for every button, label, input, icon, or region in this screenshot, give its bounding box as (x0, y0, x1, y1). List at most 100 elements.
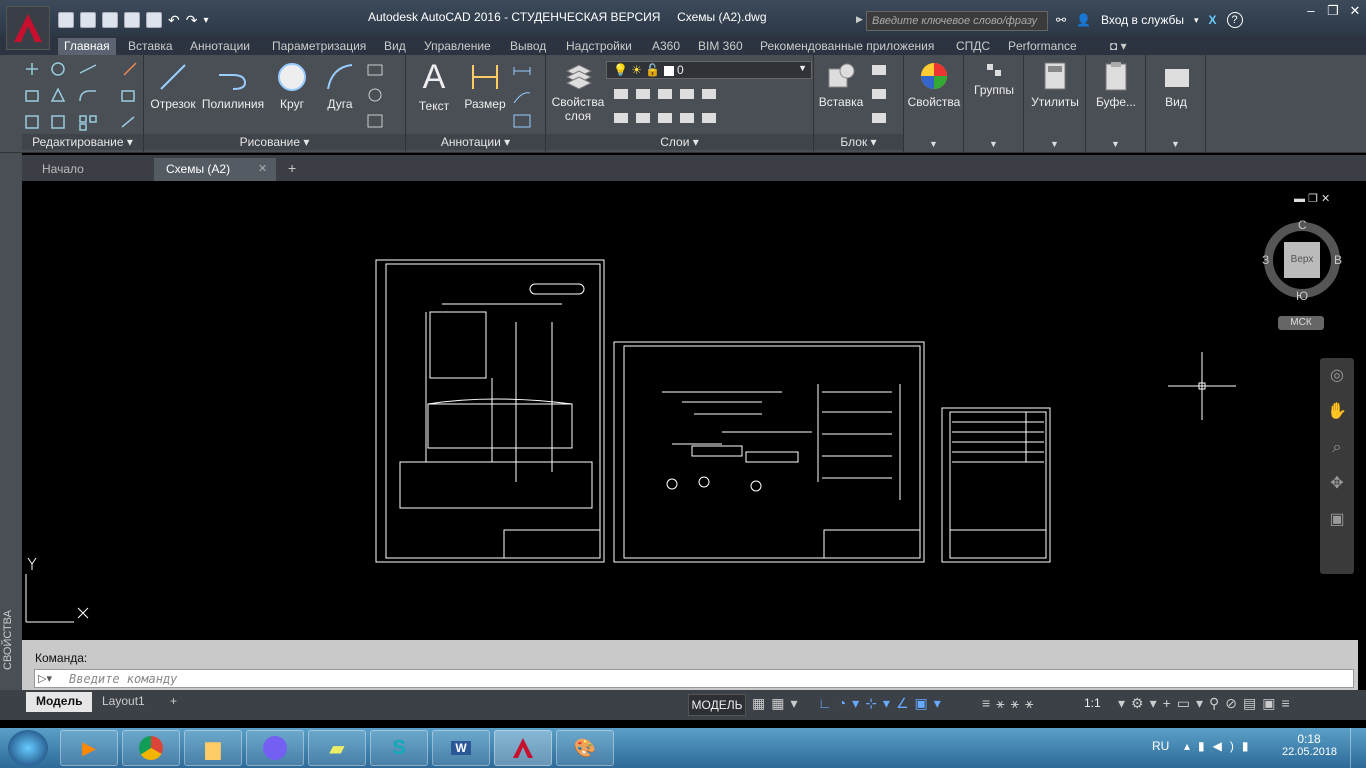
app-menu-button[interactable] (6, 6, 50, 50)
tab-model[interactable]: Модель (26, 692, 93, 712)
layer-dropdown[interactable]: 💡 ☀ 🔓 0 ▼ (606, 61, 812, 79)
layer-tool-icons[interactable] (612, 85, 732, 129)
insert-button[interactable]: Вставка (816, 61, 866, 109)
tab-home[interactable]: Главная (58, 38, 116, 55)
tab-output[interactable]: Вывод (504, 38, 552, 55)
redo-icon[interactable]: ↷ (186, 12, 198, 29)
add-layout-icon[interactable]: + (160, 692, 187, 712)
drafting-tools-icons[interactable]: ∟◔▾⊹▾∠▣▾ (818, 695, 947, 712)
print-icon[interactable] (146, 12, 162, 28)
tab-view[interactable]: Вид (378, 38, 412, 55)
draw-extra-icons[interactable] (366, 63, 396, 133)
compass-east[interactable]: В (1334, 253, 1342, 267)
taskbar-media-player[interactable]: ▶ (60, 730, 118, 766)
tab-parametric[interactable]: Параметризация (266, 38, 372, 55)
ribbon-toggle-icon[interactable]: ◘ ▾ (1104, 38, 1133, 55)
binoculars-icon[interactable]: ⚯ (1056, 13, 1066, 27)
language-indicator[interactable]: RU (1152, 739, 1169, 753)
annotation-tools-icons[interactable]: ≡⚹⚹⚹ (982, 695, 1039, 712)
panel-utilities[interactable]: Утилиты ▼ (1024, 55, 1086, 153)
drawing-canvas[interactable]: Верх С Ю З В МСК ▬ ❐ ✕ ◎ ✋ ⌕ ✥ ▣ (22, 182, 1366, 636)
block-extra-icons[interactable] (870, 63, 894, 133)
dimension-button[interactable]: Размер (460, 61, 510, 111)
panel-annotation-label[interactable]: Аннотации ▾ (406, 134, 545, 150)
tab-featured-apps[interactable]: Рекомендованные приложения (754, 38, 940, 55)
panel-modify-label[interactable]: Редактирование ▾ (22, 134, 143, 150)
tab-insert[interactable]: Вставка (122, 38, 179, 55)
new-tab-icon[interactable]: + (288, 160, 296, 176)
arc-button[interactable]: Дуга (320, 61, 360, 111)
tab-annotate[interactable]: Аннотации (184, 38, 256, 55)
line-button[interactable]: Отрезок (150, 61, 196, 111)
undo-icon[interactable]: ↶ (168, 12, 180, 29)
tray-icons[interactable]: ▴▮◀)▮ (1184, 739, 1256, 753)
taskbar-word[interactable]: W (432, 730, 490, 766)
taskbar-viber[interactable] (246, 730, 304, 766)
tab-bim360[interactable]: BIM 360 (692, 38, 749, 55)
open-icon[interactable] (80, 12, 96, 28)
search-input[interactable]: Введите ключевое слово/фразу (866, 11, 1048, 31)
text-button[interactable]: A Текст (414, 59, 454, 113)
panel-clipboard[interactable]: Буфе... ▼ (1086, 55, 1146, 153)
exchange-icon[interactable]: X (1209, 13, 1217, 27)
panel-draw: Отрезок Полилиния Круг Дуга Рисование ▾ (144, 55, 406, 153)
compass-north[interactable]: С (1298, 218, 1307, 232)
annotation-extra-icons[interactable] (512, 63, 542, 133)
circle-icon (278, 63, 306, 91)
taskbar-paint[interactable]: 🎨 (556, 730, 614, 766)
tab-addins[interactable]: Надстройки (560, 38, 638, 55)
navigation-bar[interactable]: ◎ ✋ ⌕ ✥ ▣ (1320, 358, 1354, 574)
tab-spds[interactable]: СПДС (950, 38, 996, 55)
maximize-icon[interactable]: ❐ (1322, 2, 1344, 20)
panel-layers-label[interactable]: Слои ▾ (546, 134, 813, 150)
sign-in-button[interactable]: Вход в службы (1101, 13, 1184, 27)
tab-a360[interactable]: A360 (646, 38, 686, 55)
panel-draw-label[interactable]: Рисование ▾ (144, 134, 405, 150)
start-button[interactable] (8, 730, 48, 766)
panel-view[interactable]: Вид ▼ (1146, 55, 1206, 153)
tab-layout1[interactable]: Layout1 (92, 692, 155, 712)
panel-groups[interactable]: Группы ▼ (964, 55, 1024, 153)
tab-close-icon[interactable]: ✕ (258, 162, 267, 175)
compass-west[interactable]: З (1262, 253, 1269, 267)
modify-tools-icons[interactable] (24, 61, 142, 131)
search-expand-icon[interactable]: ▶ (856, 14, 863, 25)
viewport-controls[interactable]: ▬ ❐ ✕ (1294, 192, 1330, 205)
compass-south[interactable]: Ю (1296, 289, 1308, 303)
taskbar-skype[interactable]: S (370, 730, 428, 766)
panel-properties[interactable]: Свойства ▼ (904, 55, 964, 153)
properties-palette-label[interactable]: СВОЙСТВА (2, 590, 14, 670)
command-prompt-icon[interactable]: ▷▾ (38, 672, 52, 685)
circle-button[interactable]: Круг (272, 61, 312, 111)
save-as-icon[interactable] (124, 12, 140, 28)
workspace-tools-icons[interactable]: ▾⚙▾+▭▾⚲⊘▤▣≡ (1118, 695, 1296, 712)
command-input[interactable]: Введите команду (34, 669, 1354, 688)
model-space-button[interactable]: МОДЕЛЬ (688, 694, 746, 716)
tab-manage[interactable]: Управление (418, 38, 497, 55)
taskbar-autocad[interactable] (494, 730, 552, 766)
tab-performance[interactable]: Performance (1002, 38, 1083, 55)
new-icon[interactable] (58, 12, 74, 28)
taskbar-explorer[interactable]: ▆ (184, 730, 242, 766)
clock[interactable]: 0:18 22.05.2018 (1282, 732, 1337, 758)
ucs-menu[interactable]: МСК (1278, 316, 1324, 330)
help-button[interactable]: ? (1226, 12, 1243, 28)
minimize-icon[interactable]: – (1300, 2, 1322, 20)
dropdown-icon[interactable]: ▾ (1194, 15, 1199, 26)
viewcube-top-face[interactable]: Верх (1284, 242, 1320, 278)
polyline-button[interactable]: Полилиния (200, 61, 266, 111)
annotation-scale[interactable]: 1:1 (1084, 696, 1101, 710)
layer-stack-icon (565, 64, 593, 90)
clipboard-button: Буфе... (1086, 61, 1146, 109)
grid-snap-icons[interactable]: ▦▦▾ (752, 695, 803, 712)
tab-start[interactable]: Начало (24, 158, 154, 181)
close-icon[interactable]: ✕ (1344, 2, 1366, 20)
taskbar-chrome[interactable] (122, 730, 180, 766)
user-icon[interactable]: 👤 (1076, 13, 1091, 27)
taskbar-notes[interactable]: ▰ (308, 730, 366, 766)
layer-properties-button[interactable]: Свойства слоя (550, 61, 606, 123)
show-desktop-button[interactable] (1350, 728, 1366, 768)
qat-dropdown-icon[interactable]: ▾ (203, 15, 208, 26)
save-icon[interactable] (102, 12, 118, 28)
panel-block-label[interactable]: Блок ▾ (814, 134, 903, 150)
